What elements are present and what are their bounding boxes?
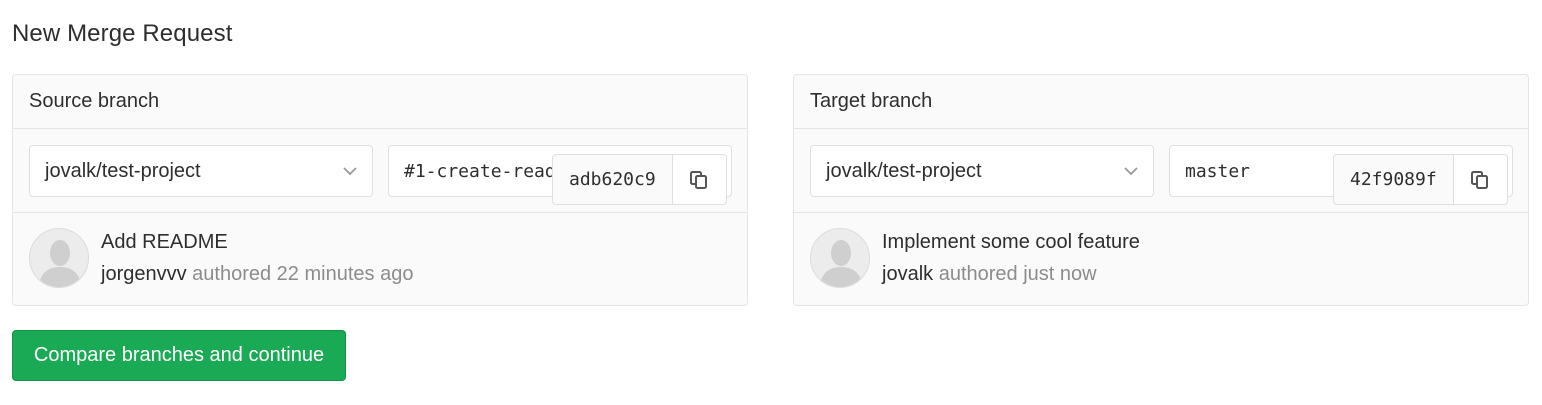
chevron-down-icon: [1124, 167, 1138, 176]
default-avatar-icon: [811, 229, 869, 287]
commit-time: authored just now: [933, 263, 1097, 285]
commit-title[interactable]: Add README: [101, 231, 228, 254]
source-project-dropdown[interactable]: jovalk/test-project: [29, 145, 373, 197]
commit-title[interactable]: Implement some cool feature: [882, 231, 1140, 254]
target-sha-group: 42f9089f: [1333, 154, 1508, 205]
target-branch-value: master: [1185, 160, 1251, 182]
commit-author[interactable]: jorgenvvv: [101, 263, 187, 285]
commit-meta: jorgenvvv authored 22 minutes ago: [101, 263, 413, 286]
copy-icon: [690, 170, 708, 189]
copy-icon: [1471, 170, 1489, 189]
target-project-value: jovalk/test-project: [826, 159, 982, 182]
page-title: New Merge Request: [12, 20, 233, 47]
source-commit: Add README jorgenvvv authored 22 minutes…: [13, 213, 747, 305]
commit-meta: jovalk authored just now: [882, 263, 1097, 286]
copy-sha-button[interactable]: [672, 155, 726, 204]
copy-sha-button[interactable]: [1453, 155, 1507, 204]
target-branch-header: Target branch: [794, 75, 1528, 129]
commit-sha[interactable]: 42f9089f: [1334, 155, 1454, 204]
source-sha-group: adb620c9: [552, 154, 727, 205]
target-project-dropdown[interactable]: jovalk/test-project: [810, 145, 1154, 197]
default-avatar-icon: [30, 229, 88, 287]
source-project-value: jovalk/test-project: [45, 159, 201, 182]
compare-branches-button[interactable]: Compare branches and continue: [12, 330, 346, 381]
commit-sha[interactable]: adb620c9: [553, 155, 673, 204]
commit-time: authored 22 minutes ago: [186, 263, 414, 285]
avatar[interactable]: [29, 228, 89, 288]
chevron-down-icon: [343, 167, 357, 176]
source-branch-header: Source branch: [13, 75, 747, 129]
target-commit: Implement some cool feature jovalk autho…: [794, 213, 1528, 305]
commit-author[interactable]: jovalk: [882, 263, 933, 285]
avatar[interactable]: [810, 228, 870, 288]
